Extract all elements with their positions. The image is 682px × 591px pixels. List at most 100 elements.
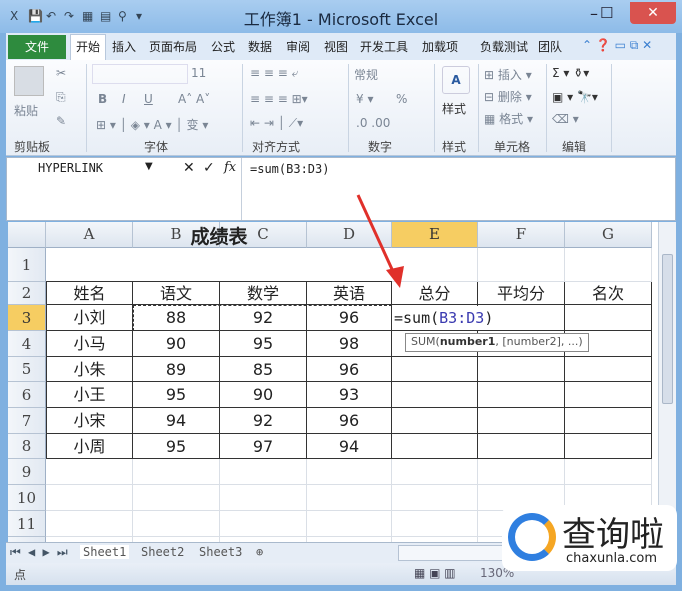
cell-A4[interactable]: 小马	[46, 331, 133, 357]
cell-A1[interactable]	[46, 248, 133, 282]
column-header-F[interactable]: F	[478, 222, 565, 248]
tab-10[interactable]: 负载测试	[480, 38, 528, 55]
cell-E5[interactable]	[392, 357, 478, 382]
cell-E9[interactable]	[392, 459, 478, 485]
column-header-G[interactable]: G	[565, 222, 652, 248]
cell-A9[interactable]	[46, 459, 133, 485]
name-box-dropdown-icon[interactable]: ▼	[145, 161, 153, 172]
tab-11[interactable]: 团队	[538, 38, 562, 55]
format-painter-icon[interactable]: ✎	[56, 114, 66, 128]
cell-D8[interactable]: 94	[307, 434, 392, 459]
tab-6[interactable]: 审阅	[286, 38, 310, 55]
cell-E7[interactable]	[392, 408, 478, 434]
cell-G1[interactable]	[565, 248, 652, 282]
cell-B3[interactable]: 88	[133, 305, 220, 331]
sheet-tab-Sheet3[interactable]: Sheet3	[196, 545, 245, 559]
tab-2[interactable]: 插入	[112, 38, 136, 55]
cell-C10[interactable]	[220, 485, 307, 511]
cell-G2[interactable]: 名次	[565, 282, 652, 305]
view-buttons[interactable]: ▦ ▣ ▥	[414, 566, 456, 580]
cancel-entry-button[interactable]: ✕	[183, 160, 195, 176]
row-header-11[interactable]: 11	[8, 511, 46, 537]
cell-B1[interactable]	[133, 248, 220, 282]
cell-F1[interactable]	[478, 248, 565, 282]
row-header-5[interactable]: 5	[8, 357, 46, 382]
cell-C9[interactable]	[220, 459, 307, 485]
font-size-select[interactable]: 11	[191, 66, 206, 80]
paste-icon[interactable]	[14, 66, 44, 96]
sheet-nav-icons[interactable]: ⏮ ◀ ▶ ⏭	[10, 545, 68, 560]
font-grow-icon[interactable]: A˄ A˅	[178, 92, 210, 106]
decimal-icons[interactable]: .0 .00	[356, 116, 390, 130]
number-format-select[interactable]: 常规	[354, 66, 378, 83]
cell-A8[interactable]: 小周	[46, 434, 133, 459]
tab-4[interactable]: 公式	[211, 38, 235, 55]
row-header-7[interactable]: 7	[8, 408, 46, 434]
autosum-icon[interactable]: Σ ▾ ⚱▾	[552, 66, 589, 80]
cell-B4[interactable]: 90	[133, 331, 220, 357]
cell-C2[interactable]: 数学	[220, 282, 307, 305]
clear-icon[interactable]: ⌫ ▾	[552, 112, 579, 126]
cell-A7[interactable]: 小宋	[46, 408, 133, 434]
select-all-button[interactable]	[8, 222, 46, 248]
cell-B9[interactable]	[133, 459, 220, 485]
cell-D5[interactable]: 96	[307, 357, 392, 382]
cell-D4[interactable]: 98	[307, 331, 392, 357]
tab-1[interactable]: 开始	[70, 34, 106, 60]
cell-E6[interactable]	[392, 382, 478, 408]
cell-B5[interactable]: 89	[133, 357, 220, 382]
tab-3[interactable]: 页面布局	[149, 38, 197, 55]
cell-F9[interactable]	[478, 459, 565, 485]
cell-D10[interactable]	[307, 485, 392, 511]
cell-G9[interactable]	[565, 459, 652, 485]
insert-cells-button[interactable]: ⊞ 插入 ▾	[484, 66, 532, 83]
name-box[interactable]: HYPERLINK	[8, 159, 158, 179]
styles-icon[interactable]: A	[442, 66, 470, 94]
cell-F5[interactable]	[478, 357, 565, 382]
ribbon-options-icons[interactable]: ⌃ ❓ ▭ ⧉ ✕	[582, 38, 652, 53]
cut-icon[interactable]: ✂	[56, 66, 66, 80]
cell-A11[interactable]	[46, 511, 133, 537]
cell-G5[interactable]	[565, 357, 652, 382]
cell-F8[interactable]	[478, 434, 565, 459]
styles-button[interactable]: 样式	[442, 100, 466, 117]
tab-8[interactable]: 开发工具	[360, 38, 408, 55]
cell-B7[interactable]: 94	[133, 408, 220, 434]
cell-C7[interactable]: 92	[220, 408, 307, 434]
close-button[interactable]: ✕	[630, 2, 676, 24]
find-icon[interactable]: ▣ ▾ 🔭▾	[552, 90, 598, 104]
cell-A6[interactable]: 小王	[46, 382, 133, 408]
row-header-10[interactable]: 10	[8, 485, 46, 511]
cell-F2[interactable]: 平均分	[478, 282, 565, 305]
row-header-9[interactable]: 9	[8, 459, 46, 485]
row-header-1[interactable]: 1	[8, 248, 46, 282]
tab-9[interactable]: 加载项	[422, 38, 458, 55]
cell-B11[interactable]	[133, 511, 220, 537]
cell-A10[interactable]	[46, 485, 133, 511]
cell-E10[interactable]	[392, 485, 478, 511]
row-header-3[interactable]: 3	[8, 305, 46, 331]
cell-F6[interactable]	[478, 382, 565, 408]
tab-5[interactable]: 数据	[248, 38, 272, 55]
vertical-align-icons[interactable]: ≡ ≡ ≡ ⤶	[250, 66, 298, 81]
editing-cell-E3[interactable]: =sum(B3:D3)	[393, 306, 533, 330]
cell-C6[interactable]: 90	[220, 382, 307, 408]
border-icon[interactable]: ⊞ ▾ │ ◈ ▾ A ▾ │ 变 ▾	[96, 116, 208, 133]
delete-cells-button[interactable]: ⊟ 删除 ▾	[484, 88, 532, 105]
worksheet-grid[interactable]: ABCDEFG123456789101112姓名语文数学英语总分平均分名次小刘8…	[8, 222, 658, 542]
copy-icon[interactable]: ⎘	[56, 90, 66, 105]
cell-C1[interactable]	[220, 248, 307, 282]
cell-C11[interactable]	[220, 511, 307, 537]
maximize-button[interactable]: ☐	[600, 4, 622, 22]
cell-B2[interactable]: 语文	[133, 282, 220, 305]
percent-button[interactable]: %	[396, 92, 407, 106]
cell-C3[interactable]: 92	[220, 305, 307, 331]
cell-D9[interactable]	[307, 459, 392, 485]
row-header-2[interactable]: 2	[8, 282, 46, 305]
row-header-4[interactable]: 4	[8, 331, 46, 357]
enter-button[interactable]: ✓	[203, 160, 215, 176]
cell-C5[interactable]: 85	[220, 357, 307, 382]
sheet-tab-Sheet2[interactable]: Sheet2	[138, 545, 187, 559]
cell-E11[interactable]	[392, 511, 478, 537]
cell-D3[interactable]: 96	[307, 305, 392, 331]
